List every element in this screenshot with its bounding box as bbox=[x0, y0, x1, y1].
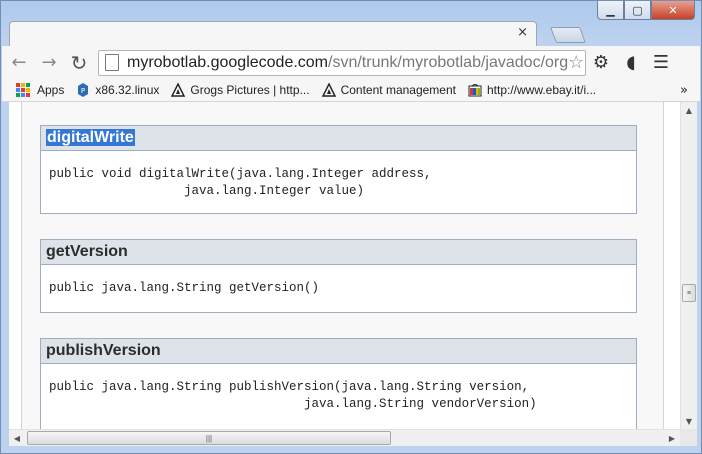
bookmark-label: Apps bbox=[37, 83, 65, 97]
horizontal-scrollbar[interactable]: ◀ ||| ▶ bbox=[9, 429, 680, 446]
bookmark-content-management[interactable]: Content management bbox=[321, 83, 456, 97]
scroll-down-icon[interactable]: ▼ bbox=[681, 413, 697, 429]
construction-sign-icon bbox=[321, 83, 336, 97]
page-viewport: digitalWrite public void digitalWrite(ja… bbox=[9, 102, 680, 429]
svg-text:P: P bbox=[81, 87, 85, 95]
reload-button[interactable]: ↻ bbox=[66, 50, 92, 76]
vertical-scroll-thumb[interactable]: ≡ bbox=[682, 284, 696, 302]
method-heading: digitalWrite bbox=[41, 126, 636, 151]
bookmark-label: Content management bbox=[340, 83, 456, 97]
page-icon bbox=[105, 54, 119, 71]
bookmark-label: http://www.ebay.it/i... bbox=[486, 83, 597, 97]
bookmark-label: Grogs Pictures | http... bbox=[190, 83, 310, 97]
url-host: myrobotlab.googlecode.com bbox=[127, 53, 329, 71]
bookmark-apps[interactable]: Apps bbox=[16, 83, 64, 97]
menu-icon[interactable]: ☰ bbox=[646, 50, 676, 76]
back-arrow-icon: ← bbox=[11, 52, 27, 73]
horizontal-scroll-thumb[interactable]: ||| bbox=[27, 431, 391, 445]
method-signature: public java.lang.String getVersion() bbox=[49, 281, 320, 295]
active-tab[interactable]: × bbox=[9, 21, 537, 47]
url-text: myrobotlab.googlecode.com/svn/trunk/myro… bbox=[127, 54, 568, 72]
method-signature: public java.lang.String publishVersion(j… bbox=[49, 380, 537, 411]
bookmark-star-icon[interactable]: ☆ bbox=[568, 52, 584, 73]
ebay-icon bbox=[468, 84, 482, 97]
method-block-getversion: getVersion public java.lang.String getVe… bbox=[40, 239, 637, 313]
method-heading: getVersion bbox=[41, 240, 636, 265]
javadoc-content: digitalWrite public void digitalWrite(ja… bbox=[21, 102, 664, 429]
apps-grid-icon bbox=[16, 83, 30, 97]
scroll-left-icon[interactable]: ◀ bbox=[9, 430, 25, 446]
method-block-publishversion: publishVersion public java.lang.String p… bbox=[40, 338, 637, 429]
extension-icon[interactable]: ◖ bbox=[616, 50, 646, 76]
bookmark-x86-linux[interactable]: P x86.32.linux bbox=[76, 83, 159, 97]
tab-close-icon[interactable]: × bbox=[517, 25, 528, 40]
bookmark-label: x86.32.linux bbox=[95, 83, 160, 97]
back-button[interactable]: ← bbox=[6, 50, 32, 76]
construction-sign-icon bbox=[171, 83, 186, 97]
scroll-up-icon[interactable]: ▲ bbox=[681, 102, 697, 118]
bookmark-ebay[interactable]: http://www.ebay.it/i... bbox=[468, 83, 596, 97]
scrollbar-corner bbox=[680, 429, 697, 446]
settings-gear-icon[interactable]: ⚙ bbox=[586, 50, 616, 76]
method-block-digitalwrite: digitalWrite public void digitalWrite(ja… bbox=[40, 125, 637, 214]
forward-arrow-icon: → bbox=[41, 52, 57, 73]
bookmark-favicon-icon: P bbox=[78, 83, 89, 97]
vertical-scrollbar[interactable]: ▲ ≡ ▼ bbox=[680, 102, 697, 429]
bookmark-grogs-pictures[interactable]: Grogs Pictures | http... bbox=[171, 83, 310, 97]
maximize-button[interactable]: ▢ bbox=[624, 1, 651, 20]
new-tab-button[interactable] bbox=[550, 27, 586, 43]
url-path: /svn/trunk/myrobotlab/javadoc/org bbox=[328, 53, 569, 71]
scroll-right-icon[interactable]: ▶ bbox=[664, 430, 680, 446]
address-bar[interactable]: myrobotlab.googlecode.com/svn/trunk/myro… bbox=[98, 49, 586, 76]
more-bookmarks-icon[interactable]: » bbox=[680, 83, 688, 98]
browser-window: ▁ ▢ ✕ × ← → ↻ myrobotlab.googlecode.com/… bbox=[0, 0, 702, 454]
reload-icon: ↻ bbox=[70, 50, 88, 75]
window-controls: ▁ ▢ ✕ bbox=[597, 1, 695, 20]
browser-toolbar: ← → ↻ myrobotlab.googlecode.com/svn/trun… bbox=[2, 46, 700, 79]
minimize-button[interactable]: ▁ bbox=[597, 1, 624, 20]
method-signature: public void digitalWrite(java.lang.Integ… bbox=[49, 167, 432, 198]
forward-button[interactable]: → bbox=[36, 50, 62, 76]
method-heading: publishVersion bbox=[41, 339, 636, 364]
bookmarks-bar: Apps P x86.32.linux Grogs Pictures | htt… bbox=[2, 79, 700, 102]
close-window-button[interactable]: ✕ bbox=[651, 1, 695, 20]
method-name-selected: digitalWrite bbox=[46, 129, 135, 146]
